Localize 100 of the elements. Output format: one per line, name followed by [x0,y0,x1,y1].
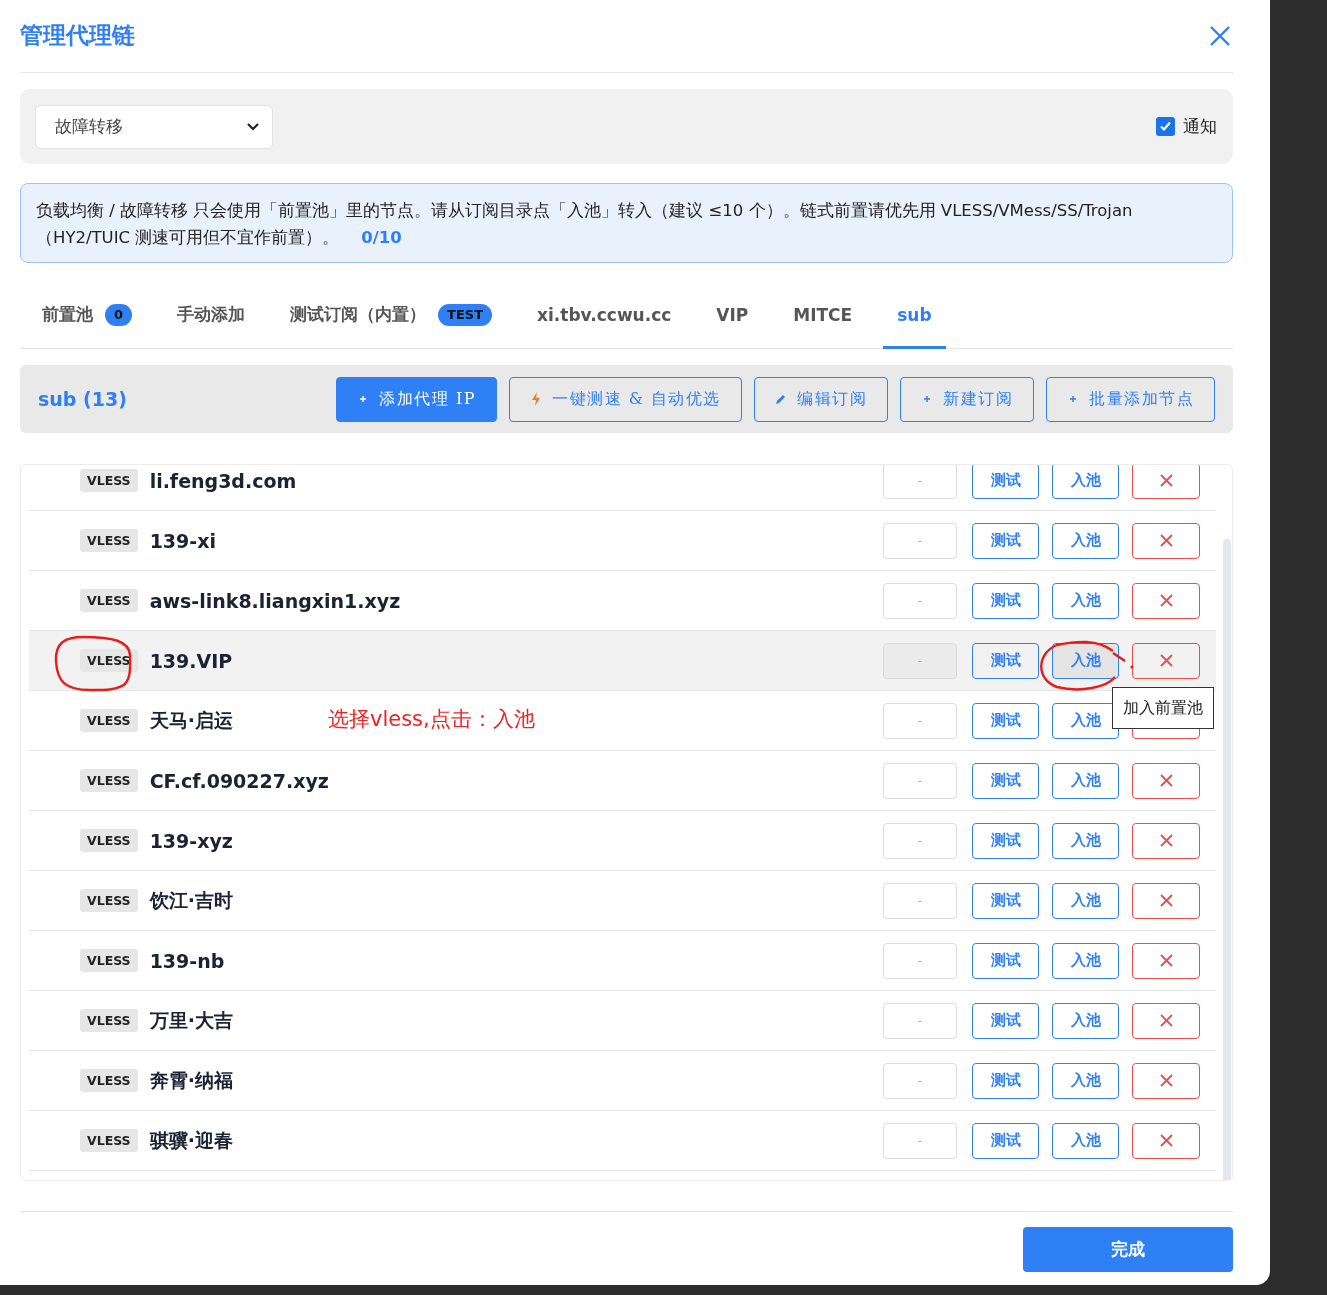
node-name: aws-link8.liangxin1.xyz [149,589,401,612]
protocol-tag: VLESS [80,469,138,492]
test-button[interactable]: 测试 [972,702,1039,739]
node-name: 139-xi [149,529,216,552]
node-name: 139.VIP [149,649,233,672]
delete-button[interactable] [1132,642,1200,679]
protocol-tag: VLESS [80,769,138,792]
delete-button[interactable] [1132,1002,1200,1039]
pencil-icon [775,392,787,406]
node-row[interactable]: VLESS 139.VIP - 测试 入池 [29,631,1216,691]
add-to-pool-button[interactable]: 入池 [1052,882,1119,919]
toolbar-button[interactable]: 添加代理 IP [336,376,498,422]
close-icon [1159,474,1173,487]
test-button[interactable]: 测试 [972,642,1039,679]
close-icon [1159,1134,1173,1147]
node-row[interactable]: VLESS 139-xyz - 测试 入池 [29,811,1216,871]
toolbar-button[interactable]: 批量添加节点 [1046,376,1215,422]
add-to-pool-button[interactable]: 入池 [1052,762,1119,799]
latency-field: - [883,1062,957,1099]
node-name: 万里·大吉 [149,1007,233,1033]
notify-checkbox[interactable] [1156,117,1175,136]
node-row[interactable]: VLESS 139-xi - 测试 入池 [29,511,1216,571]
mode-dropdown[interactable]: 故障转移 [35,104,273,149]
protocol-tag: VLESS [80,1009,138,1032]
node-name: li.feng3d.com [149,469,297,492]
add-to-pool-button[interactable]: 入池 [1052,942,1119,979]
close-icon [1159,1074,1173,1087]
delete-button[interactable] [1132,522,1200,559]
add-to-pool-button[interactable]: 入池 [1052,582,1119,619]
test-button[interactable]: 测试 [972,822,1039,859]
add-to-pool-button[interactable]: 入池 [1052,822,1119,859]
protocol-tag: VLESS [80,709,138,732]
close-icon [1159,834,1173,847]
tab[interactable]: sub [883,283,946,349]
test-button[interactable]: 测试 [972,522,1039,559]
tab[interactable]: VIP [702,283,763,349]
test-button[interactable]: 测试 [972,1062,1039,1099]
protocol-tag: VLESS [80,1069,138,1092]
scrollbar[interactable] [1223,539,1231,1180]
close-icon [1159,1014,1173,1027]
tab[interactable]: 手动添加 [163,283,260,349]
node-name: 139-xyz [149,829,233,852]
protocol-tag: VLESS [80,649,138,672]
close-icon[interactable] [1209,25,1231,47]
test-button[interactable]: 测试 [972,942,1039,979]
test-button[interactable]: 测试 [972,1002,1039,1039]
latency-field: - [883,942,957,979]
latency-field: - [883,465,957,499]
add-to-pool-button[interactable]: 入池 [1052,642,1119,679]
node-row[interactable]: VLESS 奔霄·纳福 - 测试 入池 [29,1051,1216,1111]
toolbar-button[interactable]: 一键测速 & 自动优选 [509,376,742,422]
add-to-pool-button[interactable]: 入池 [1052,1062,1119,1099]
delete-button[interactable] [1132,1062,1200,1099]
add-to-pool-button[interactable]: 入池 [1052,465,1119,499]
toolbar-button[interactable]: 新建订阅 [900,376,1034,422]
node-name: CF.cf.090227.xyz [149,769,329,792]
delete-button[interactable] [1132,882,1200,919]
delete-button[interactable] [1132,1122,1200,1159]
close-icon [1159,654,1173,667]
protocol-tag: VLESS [80,1129,138,1152]
test-button[interactable]: 测试 [972,762,1039,799]
node-row[interactable]: VLESS 万里·大吉 - 测试 入池 [29,991,1216,1051]
delete-button[interactable] [1132,582,1200,619]
node-row[interactable]: VLESS CF.cf.090227.xyz - 测试 入池 [29,751,1216,811]
test-button[interactable]: 测试 [972,1122,1039,1159]
protocol-tag: VLESS [80,949,138,972]
test-button[interactable]: 测试 [972,882,1039,919]
tab[interactable]: 前置池 0 [28,283,147,349]
node-row[interactable]: VLESS 饮江·吉时 - 测试 入池 [29,871,1216,931]
protocol-tag: VLESS [80,889,138,912]
close-icon [1159,774,1173,787]
delete-button[interactable] [1132,762,1200,799]
tab[interactable]: xi.tbv.ccwu.cc [523,283,686,349]
protocol-tag: VLESS [80,589,138,612]
add-to-pool-button[interactable]: 入池 [1052,522,1119,559]
info-message: 负载均衡 / 故障转移 只会使用「前置池」里的节点。请从订阅目录点「入池」转入（建议 ≤10 个）。链式前置请优先用 VLESS/VMess/SS/Trojan（HY2/TUIC 测速可用但不宜作前置）。 0/10 [20,183,1233,263]
test-button[interactable]: 测试 [972,582,1039,619]
latency-field: - [883,1002,957,1039]
node-row[interactable]: VLESS 骐骥·迎春 - 测试 入池 [29,1111,1216,1171]
tab[interactable]: 测试订阅（内置） TEST [276,283,507,349]
node-name: 天马·启运 [149,707,233,733]
test-button[interactable]: 测试 [972,465,1039,499]
add-to-pool-button[interactable]: 入池 [1052,1122,1119,1159]
delete-button[interactable] [1132,465,1200,499]
delete-button[interactable] [1132,942,1200,979]
toolbar-button[interactable]: 编辑订阅 [754,376,888,422]
node-name: 139-nb [149,949,225,972]
node-row[interactable]: VLESS li.feng3d.com - 测试 入池 [29,465,1216,511]
done-button[interactable]: 完成 [1023,1227,1233,1272]
close-icon [1159,894,1173,907]
protocol-tag: VLESS [80,529,138,552]
node-row[interactable]: VLESS 139-nb - 测试 入池 [29,931,1216,991]
delete-button[interactable] [1132,822,1200,859]
dialog-title: 管理代理链 [20,20,135,50]
chevron-down-icon [246,121,260,132]
tab[interactable]: MITCE [779,283,867,349]
latency-field: - [883,882,957,919]
add-to-pool-button[interactable]: 入池 [1052,1002,1119,1039]
close-icon [1159,594,1173,607]
node-name: 饮江·吉时 [149,887,233,913]
